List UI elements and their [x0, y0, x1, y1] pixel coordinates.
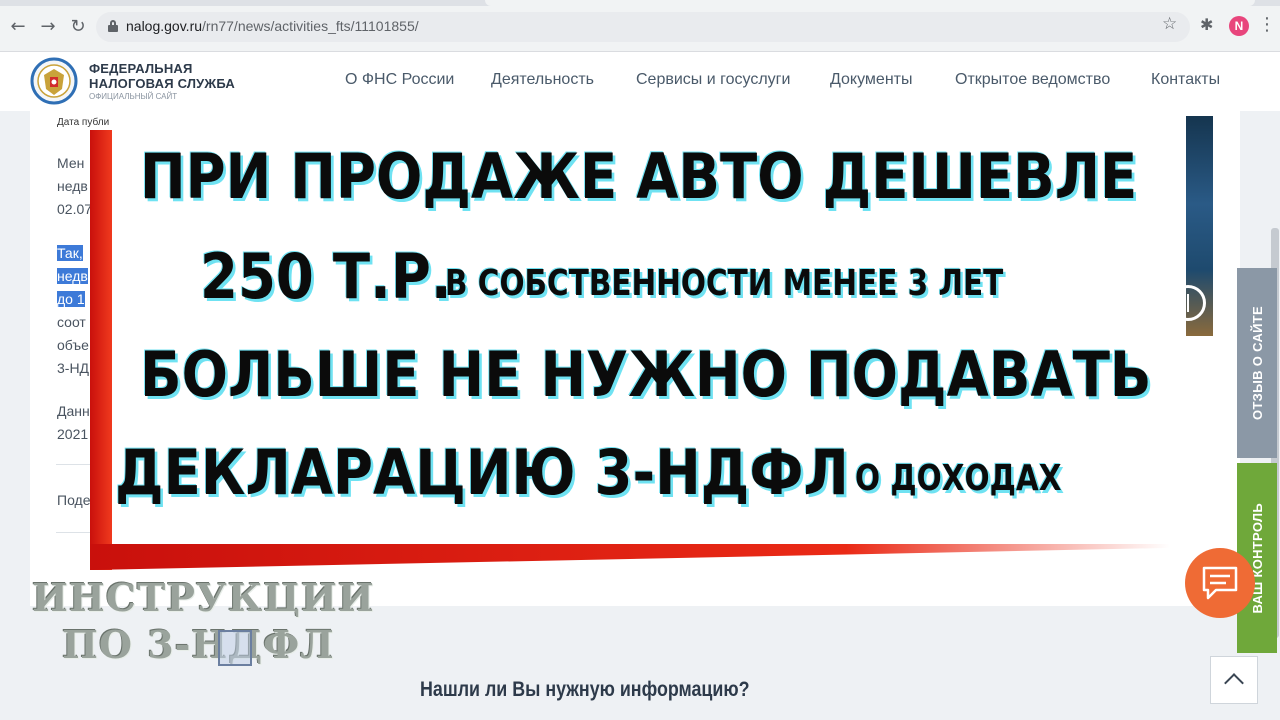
article-text: 02.07	[57, 201, 93, 217]
article-text: соот	[57, 314, 86, 330]
nav-contacts[interactable]: Контакты	[1151, 71, 1220, 89]
nav-services[interactable]: Сервисы и госуслуги	[636, 71, 790, 89]
headline-declaration: ДЕКЛАРАЦИЮ 3-НДФЛ	[115, 436, 849, 509]
watermark-line-1: ИНСТРУКЦИИ	[32, 575, 375, 620]
headline-text: ПРИ ПРОДАЖЕ АВТО ДЕШЕВЛЕ	[140, 140, 1138, 213]
address-bar[interactable]: nalog.gov.ru/rn77/news/activities_fts/11…	[96, 12, 1190, 42]
reload-icon[interactable]: ↻	[66, 14, 90, 38]
article-text: 3-НД	[57, 360, 90, 376]
url-domain: nalog.gov.ru	[126, 18, 203, 34]
article-text-selected: недв	[57, 268, 88, 284]
url-path: /rn77/news/activities_fts/11101855/	[202, 18, 419, 34]
tab-strip	[0, 0, 1280, 6]
publication-date-label: Дата публи	[57, 117, 110, 128]
headline-line-2-small: В СОБСТВЕННОСТИ МЕНЕЕ 3 ЛЕТ	[445, 263, 1126, 304]
headline-text: БОЛЬШЕ НЕ НУЖНО ПОДАВАТЬ	[140, 338, 1152, 411]
headline-price: 250 Т.Р.	[200, 240, 452, 313]
article-text-selected: Так,	[57, 245, 83, 261]
back-arrow-icon[interactable]: ←	[6, 14, 30, 38]
profile-avatar[interactable]: N	[1229, 16, 1249, 36]
chat-button[interactable]	[1185, 548, 1255, 618]
forward-arrow-icon[interactable]: →	[36, 14, 60, 38]
active-tab[interactable]	[485, 0, 1255, 6]
text-cursor-highlight	[218, 630, 252, 666]
headline-line-1: ПРИ ПРОДАЖЕ АВТО ДЕШЕВЛЕ	[140, 140, 1273, 213]
article-text: 2021	[57, 426, 89, 442]
headline-line-4-small: О ДОХОДАХ	[855, 458, 1107, 499]
article-text: Данн	[57, 403, 90, 419]
share-label: Поде	[57, 492, 91, 508]
headline-line-4: ДЕКЛАРАЦИЮ 3-НДФЛ	[115, 436, 949, 509]
article-text: Мен	[57, 155, 85, 171]
article-text-selected: до 1	[57, 291, 85, 307]
watermark-line-2: ПО 3-НДФЛ	[62, 622, 335, 667]
headline-ownership: В СОБСТВЕННОСТИ МЕНЕЕ 3 ЛЕТ	[445, 263, 1004, 304]
nav-activity[interactable]: Деятельность	[491, 71, 594, 89]
feedback-question: Нашли ли Вы нужную информацию?	[420, 678, 750, 701]
article-text: объе	[57, 337, 89, 353]
star-icon[interactable]: ☆	[1162, 14, 1177, 34]
nav-documents[interactable]: Документы	[830, 71, 912, 89]
site-header: ФЕДЕРАЛЬНАЯ НАЛОГОВАЯ СЛУЖБА ОФИЦИАЛЬНЫЙ…	[0, 53, 1280, 111]
puzzle-icon[interactable]: ✱	[1200, 15, 1213, 34]
chevron-up-icon	[1224, 673, 1244, 693]
fns-emblem-icon[interactable]	[30, 55, 78, 107]
brand-line-2: НАЛОГОВАЯ СЛУЖБА	[89, 76, 236, 91]
headline-line-3: БОЛЬШЕ НЕ НУЖНО ПОДАВАТЬ	[140, 338, 1280, 411]
kebab-menu-icon[interactable]: ⋮	[1258, 14, 1276, 35]
url-text: nalog.gov.ru/rn77/news/activities_fts/11…	[126, 18, 419, 34]
brand-line-1: ФЕДЕРАЛЬНАЯ	[89, 61, 193, 76]
scroll-to-top-button[interactable]	[1210, 656, 1258, 704]
brand-line-3: ОФИЦИАЛЬНЫЙ САЙТ	[89, 92, 178, 101]
headline-line-2: 250 Т.Р.	[200, 240, 486, 313]
lock-icon[interactable]	[108, 20, 118, 32]
browser-toolbar: ← → ↻ nalog.gov.ru/rn77/news/activities_…	[0, 0, 1280, 52]
play-icon[interactable]	[1170, 285, 1206, 321]
headline-income: О ДОХОДАХ	[855, 458, 1062, 499]
article-text: недв	[57, 178, 88, 194]
nav-open-agency[interactable]: Открытое ведомство	[955, 71, 1110, 89]
nav-about[interactable]: О ФНС России	[345, 71, 454, 89]
chat-bubble-icon	[1202, 566, 1238, 600]
red-frame-left	[90, 130, 112, 570]
brand-title[interactable]: ФЕДЕРАЛЬНАЯ НАЛОГОВАЯ СЛУЖБА ОФИЦИАЛЬНЫЙ…	[89, 61, 235, 102]
